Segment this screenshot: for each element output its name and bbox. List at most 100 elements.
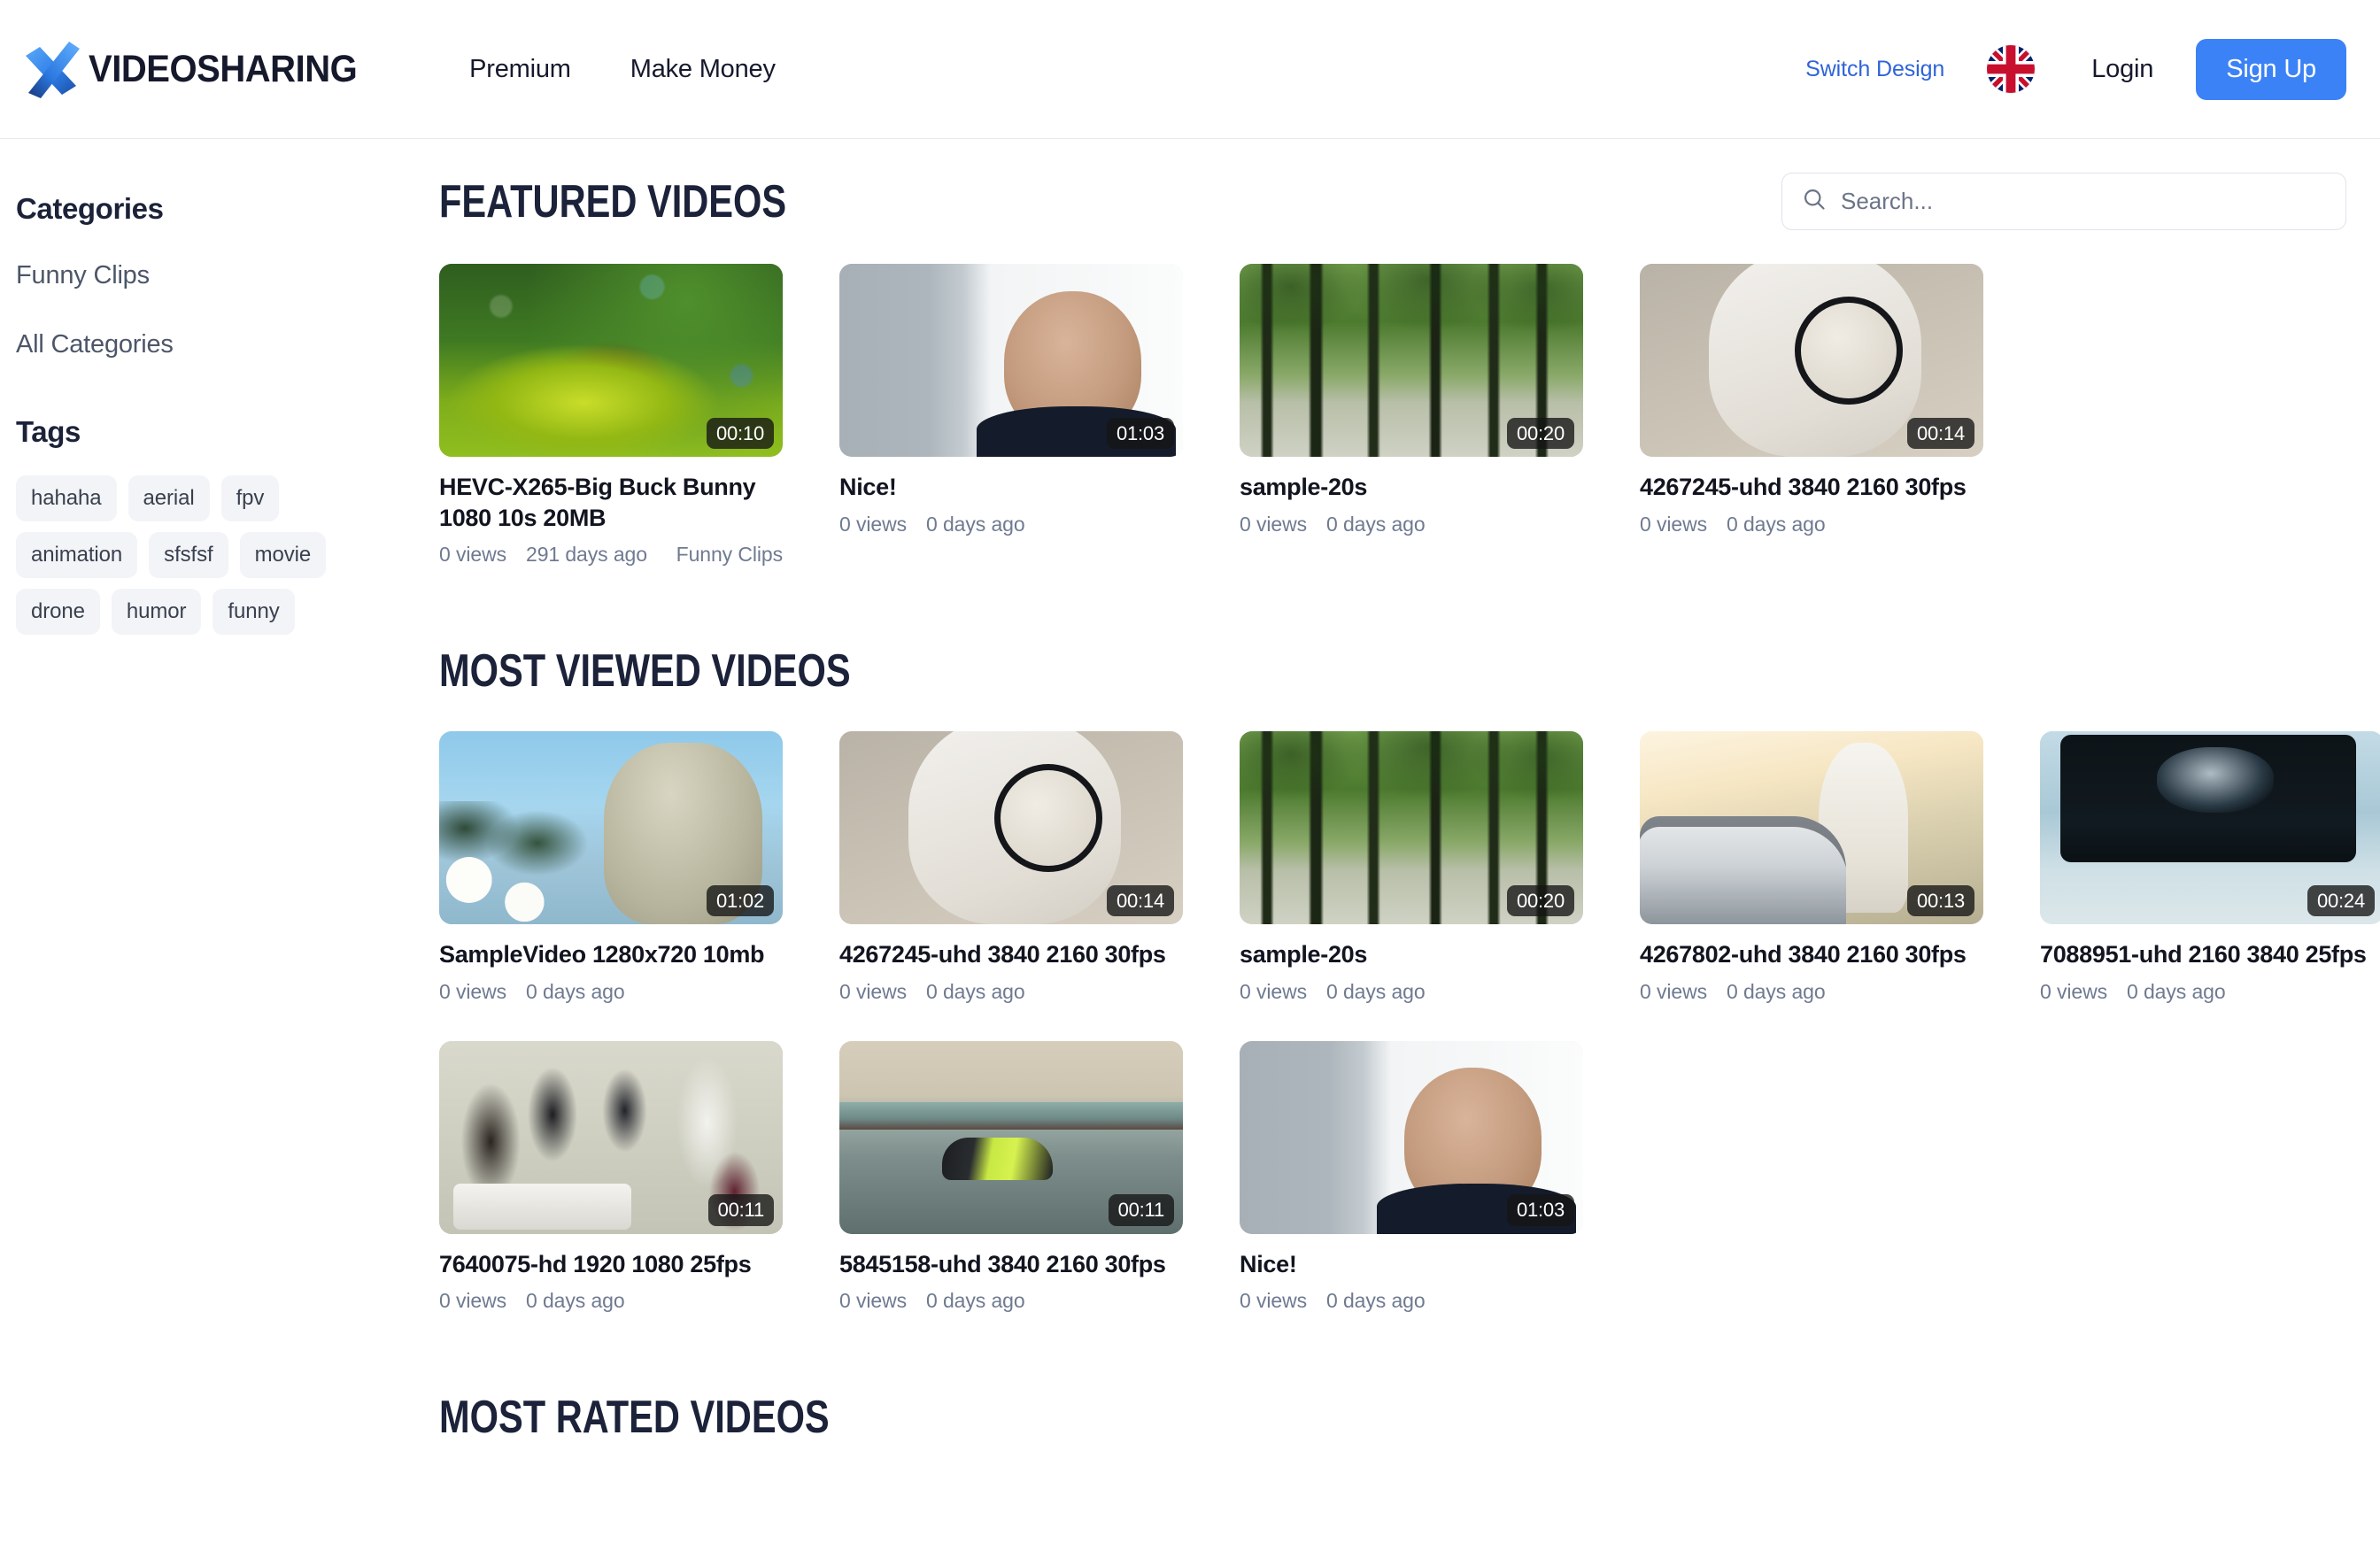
login-link[interactable]: Login [2091,55,2153,84]
video-thumbnail[interactable]: 00:24 [2040,731,2380,925]
tag-list: hahaha aerial fpv animation sfsfsf movie… [16,475,370,635]
view-count: 0 views [1640,512,1707,536]
duration-badge: 00:20 [1506,884,1574,917]
duration-badge: 00:11 [1108,1194,1174,1226]
video-card[interactable]: 00:14 4267245-uhd 3840 2160 30fps 0 views 0… [839,731,1183,1004]
video-card[interactable]: 01:03 Nice! 0 views 0 days ago [839,264,1183,567]
upload-age: 0 days ago [526,1289,625,1313]
video-thumbnail[interactable]: 01:02 [439,731,783,925]
tag-chip[interactable]: hahaha [16,475,117,521]
video-card[interactable]: 00:20 sample-20s 0 views 0 days ago [1240,264,1583,567]
sidebar: Categories Funny Clips All Categories Ta… [0,139,439,1551]
view-count: 0 views [439,979,506,1003]
video-meta: 0 views 0 days ago [2040,980,2380,1004]
duration-badge: 00:20 [1506,417,1574,449]
video-card[interactable]: 00:11 7640075-hd 1920 1080 25fps 0 views 0 … [439,1040,783,1314]
video-title[interactable]: 4267245-uhd 3840 2160 30fps [1640,472,1983,503]
tag-chip[interactable]: drone [16,589,100,635]
video-card[interactable]: 00:10 HEVC-X265-Big Buck Bunny 1080 10s 2… [439,264,783,567]
video-card[interactable]: 00:13 4267802-uhd 3840 2160 30fps 0 views 0… [1640,731,1983,1004]
video-card[interactable]: 01:02 SampleVideo 1280x720 10mb 0 views 0 d… [439,731,783,1004]
logo[interactable]: VIDEOSHARING [18,36,377,102]
video-thumbnail[interactable]: 00:13 [1640,731,1983,925]
video-title[interactable]: Nice! [1240,1249,1583,1280]
most-rated-section-title: MOST RATED VIDEOS [439,1392,830,1444]
tag-chip[interactable]: sfsfsf [149,532,228,578]
upload-age: 0 days ago [1326,979,1426,1003]
video-thumbnail[interactable]: 00:14 [1640,264,1983,457]
upload-age: 0 days ago [926,512,1025,536]
tag-chip[interactable]: fpv [220,475,280,521]
video-title[interactable]: 5845158-uhd 3840 2160 30fps [839,1249,1183,1280]
video-thumbnail[interactable]: 01:03 [1240,1040,1583,1234]
tag-chip[interactable]: humor [111,589,202,635]
video-meta: 0 views 0 days ago [439,980,783,1004]
nav-item-make-money[interactable]: Make Money [630,55,776,84]
logo-text: VIDEOSHARING [89,47,358,90]
video-title[interactable]: Nice! [839,472,1183,503]
video-category[interactable]: Funny Clips [676,543,783,567]
view-count: 0 views [839,1289,907,1313]
video-thumbnail[interactable]: 01:03 [839,264,1183,457]
view-count: 0 views [2040,979,2107,1003]
view-count: 0 views [1240,979,1307,1003]
duration-badge: 01:03 [1506,1194,1574,1226]
duration-badge: 00:14 [1106,884,1174,917]
tag-chip[interactable]: animation [16,532,138,578]
search-input[interactable] [1841,188,2326,215]
view-count: 0 views [1240,1289,1307,1313]
upload-age: 0 days ago [2127,979,2226,1003]
video-thumbnail[interactable]: 00:14 [839,731,1183,925]
video-title[interactable]: sample-20s [1240,939,1583,970]
duration-badge: 00:13 [1906,884,1974,917]
video-title[interactable]: 7640075-hd 1920 1080 25fps [439,1249,783,1280]
duration-badge: 01:03 [1106,417,1174,449]
video-title[interactable]: 4267245-uhd 3840 2160 30fps [839,939,1183,970]
video-card[interactable]: 00:20 sample-20s 0 views 0 days ago [1240,731,1583,1004]
video-title[interactable]: sample-20s [1240,472,1583,503]
duration-badge: 00:11 [707,1194,774,1226]
video-meta: 0 views 0 days ago [1640,513,1983,536]
video-title[interactable]: 7088951-uhd 2160 3840 25fps [2040,939,2380,970]
most-viewed-videos-grid: 01:02 SampleVideo 1280x720 10mb 0 views 0 d… [439,731,2380,1314]
video-title[interactable]: 4267802-uhd 3840 2160 30fps [1640,939,1983,970]
video-meta: 0 views 0 days ago [839,1289,1183,1313]
upload-age: 0 days ago [926,1289,1025,1313]
video-title[interactable]: HEVC-X265-Big Buck Bunny 1080 10s 20MB [439,472,783,533]
video-card[interactable]: 01:03 Nice! 0 views 0 days ago [1240,1040,1583,1314]
nav-item-premium[interactable]: Premium [469,55,571,84]
main-nav: Premium Make Money [469,55,776,84]
video-thumbnail[interactable]: 00:20 [1240,264,1583,457]
switch-design-link[interactable]: Switch Design [1805,57,1944,82]
sidebar-item-funny-clips[interactable]: Funny Clips [16,261,439,290]
search-box[interactable] [1781,173,2346,230]
tag-chip[interactable]: aerial [128,475,210,521]
video-card[interactable]: 00:14 4267245-uhd 3840 2160 30fps 0 views 0… [1640,264,1983,567]
x-logo-icon [18,36,87,102]
upload-age: 0 days ago [526,979,625,1003]
video-thumbnail[interactable]: 00:11 [439,1040,783,1234]
categories-heading: Categories [16,192,164,225]
video-title[interactable]: SampleVideo 1280x720 10mb [439,939,783,970]
upload-age: 0 days ago [926,979,1025,1003]
sidebar-item-all-categories[interactable]: All Categories [16,330,439,359]
duration-badge: 00:14 [1906,417,1974,449]
video-thumbnail[interactable]: 00:20 [1240,731,1583,925]
video-meta: 0 views 0 days ago [1240,980,1583,1004]
video-meta: 0 views 0 days ago [1640,980,1983,1004]
video-thumbnail[interactable]: 00:11 [839,1040,1183,1234]
site-header: VIDEOSHARING Premium Make Money Switch D… [0,0,2380,139]
tag-chip[interactable]: movie [239,532,327,578]
header-actions: Switch Design Login Sign Up [1805,38,2346,100]
uk-flag-icon[interactable] [1987,45,2036,93]
featured-header-row: FEATURED VIDEOS [439,173,2346,230]
video-card[interactable]: 00:24 7088951-uhd 2160 3840 25fps 0 views 0… [2040,731,2380,1004]
tags-heading: Tags [16,415,81,448]
tag-chip[interactable]: funny [212,589,295,635]
duration-badge: 00:24 [2307,884,2375,917]
video-thumbnail[interactable]: 00:10 [439,264,783,457]
video-card[interactable]: 00:11 5845158-uhd 3840 2160 30fps 0 views 0… [839,1040,1183,1314]
featured-section-title: FEATURED VIDEOS [439,175,787,228]
signup-button[interactable]: Sign Up [2196,38,2346,100]
